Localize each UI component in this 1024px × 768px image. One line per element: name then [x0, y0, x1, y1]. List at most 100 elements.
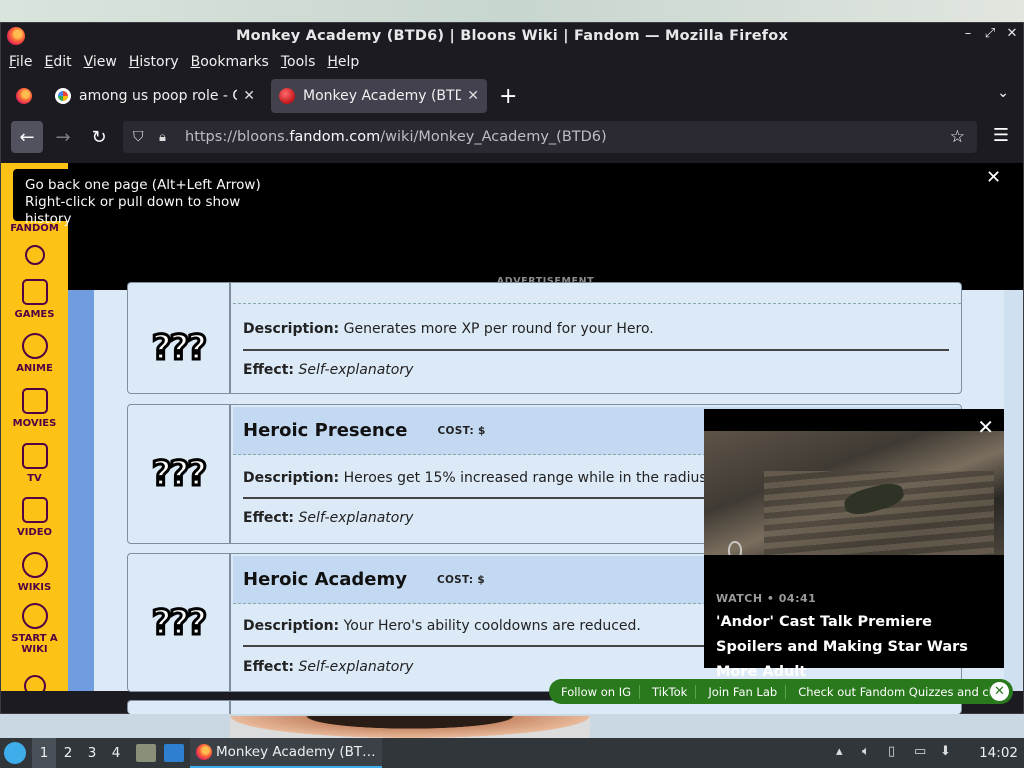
workspace-1[interactable]: 1	[32, 738, 56, 768]
url-bar[interactable]: ⛉ 🔒︎ https://bloons.fandom.com/wiki/Monk…	[123, 121, 977, 153]
navigation-toolbar: ← → ↻ ⛉ 🔒︎ https://bloons.fandom.com/wik…	[1, 117, 1023, 157]
sidebar-item-video[interactable]: VIDEO	[1, 497, 68, 538]
menu-file[interactable]: File	[9, 54, 32, 70]
workspace-2[interactable]: 2	[56, 745, 80, 761]
upgrade-name: Heroic Presence	[243, 420, 408, 441]
sidebar-item-tv[interactable]: TV	[1, 443, 68, 484]
tracking-protection-shield-icon[interactable]: ⛉	[133, 129, 149, 145]
sidebar-item-movies[interactable]: MOVIES	[1, 388, 68, 429]
updates-icon[interactable]: ⬇	[940, 744, 956, 760]
effect-text: Self-explanatory	[298, 510, 414, 526]
menu-bookmarks[interactable]: Bookmarks	[191, 54, 269, 70]
back-button-tooltip: Go back one page (Alt+Left Arrow) Right-…	[13, 169, 303, 227]
upgrade-image: ???	[128, 554, 231, 691]
sidebar-item-start-a-wiki[interactable]: START A WIKI	[1, 603, 68, 655]
tab-google-search[interactable]: among us poop role - Go ✕	[47, 79, 263, 113]
fandom-quizzes-link[interactable]: Check out Fandom Quizzes and cha	[786, 685, 990, 699]
plus-circle-icon	[21, 603, 48, 629]
clipboard-icon[interactable]: ▯	[888, 744, 904, 760]
sidebar-item-label: WIKIS	[17, 582, 52, 593]
description-text: Heroes get 15% increased range while in …	[339, 470, 753, 486]
tooltip-line-1: Go back one page (Alt+Left Arrow)	[25, 177, 261, 193]
tab-bar: among us poop role - Go ✕ Monkey Academy…	[1, 75, 1023, 117]
upgrade-effect: Effect: Self-explanatory	[243, 510, 413, 526]
application-launcher-icon[interactable]	[4, 742, 26, 764]
volume-icon[interactable]: 🔈︎	[862, 744, 878, 760]
clock[interactable]: 14:02	[979, 745, 1018, 761]
tv-icon	[21, 443, 48, 469]
anime-face-icon	[21, 333, 48, 359]
app-menu-hamburger-icon[interactable]: ☰	[993, 125, 1009, 146]
sidebar-item-anime[interactable]: ANIME	[1, 333, 68, 374]
firefox-logo-icon	[7, 27, 25, 45]
sidebar-item-label: ANIME	[16, 363, 53, 374]
video-frame[interactable]	[704, 431, 1004, 555]
menu-tools[interactable]: Tools	[281, 54, 316, 70]
video-scene	[764, 471, 994, 555]
tab-close-icon[interactable]: ✕	[467, 88, 479, 104]
minimize-button[interactable]: –	[959, 26, 977, 41]
lock-icon[interactable]: 🔒︎	[159, 130, 173, 145]
effect-text: Self-explanatory	[298, 659, 414, 675]
desktop-background	[0, 0, 1024, 22]
upgrade-effect: Effect: Self-explanatory	[243, 659, 413, 675]
upgrade-effect: Effect: Self-explanatory	[243, 362, 413, 378]
clapperboard-icon	[21, 388, 48, 414]
maximize-button[interactable]: ⤢	[981, 26, 999, 41]
firefox-view-button[interactable]	[9, 81, 39, 111]
sidebar-item-label: TV	[27, 473, 42, 484]
bookmark-star-icon[interactable]: ☆	[950, 127, 965, 147]
upgrade-image	[128, 701, 231, 714]
forward-button[interactable]: →	[47, 121, 79, 153]
description-text: Generates more XP per round for your Her…	[339, 321, 654, 337]
join-fan-lab-link[interactable]: Join Fan Lab	[696, 684, 787, 699]
sidebar-item-wikis[interactable]: WIKIS	[1, 552, 68, 593]
page-margin	[68, 290, 94, 691]
sidebar-item-label: START A WIKI	[11, 633, 58, 655]
google-favicon-icon	[55, 88, 71, 104]
menu-view[interactable]: View	[84, 54, 117, 70]
effect-text: Self-explanatory	[298, 362, 414, 378]
menu-history[interactable]: History	[129, 54, 179, 70]
unknown-image-placeholder: ???	[150, 601, 208, 644]
close-window-button[interactable]: ✕	[1003, 26, 1021, 41]
tab-label: Monkey Academy (BTD6)	[303, 88, 462, 104]
url-text: https://bloons.fandom.com/wiki/Monkey_Ac…	[185, 129, 607, 145]
tab-close-icon[interactable]: ✕	[243, 88, 255, 104]
file-manager-icon[interactable]	[136, 744, 156, 762]
menu-edit[interactable]: Edit	[44, 54, 71, 70]
window-title: Monkey Academy (BTD6) | Bloons Wiki | Fa…	[235, 28, 789, 44]
follow-on-ig-link[interactable]: Follow on IG	[549, 684, 641, 699]
upgrade-card: ??? Description: Generates more XP per r…	[127, 282, 962, 394]
video-close-icon[interactable]: ✕	[977, 415, 994, 439]
featured-video-player[interactable]: ✕ WATCH • 04:41 'Andor' Cast Talk Premie…	[704, 409, 1004, 680]
list-all-tabs-chevron-icon[interactable]: ⌄	[997, 85, 1009, 101]
tab-monkey-academy[interactable]: Monkey Academy (BTD6) ✕	[271, 79, 487, 113]
show-desktop-icon[interactable]	[164, 744, 184, 762]
video-title[interactable]: 'Andor' Cast Talk Premiere Spoilers and …	[716, 610, 996, 685]
back-button[interactable]: ←	[11, 121, 43, 153]
sidebar-account[interactable]	[1, 675, 68, 691]
sidebar-item-label: VIDEO	[16, 527, 53, 538]
sidebar-search[interactable]	[1, 245, 68, 269]
workspace-4[interactable]: 4	[104, 745, 128, 761]
video-duration: WATCH • 04:41	[716, 592, 817, 605]
tiktok-link[interactable]: TikTok	[640, 684, 697, 699]
workspace-3[interactable]: 3	[80, 745, 104, 761]
book-icon	[21, 552, 48, 578]
tray-up-arrow-icon[interactable]: ▴	[836, 744, 852, 760]
url-path: /wiki/Monkey_Academy_(BTD6)	[380, 129, 607, 145]
desktop-wallpaper-peek	[230, 716, 590, 738]
description-text: Your Hero's ability cooldowns are reduce…	[339, 618, 641, 634]
upgrade-cost: COST: $	[437, 424, 486, 437]
new-tab-button[interactable]: +	[499, 84, 517, 109]
taskbar-firefox-task[interactable]: Monkey Academy (BT…	[190, 738, 382, 768]
taskbar: 1 2 3 4 Monkey Academy (BT… ▴ 🔈︎ ▯ ▭ ⬇ 1…	[0, 738, 1024, 768]
promo-close-icon[interactable]: ✕	[990, 682, 1009, 701]
network-icon[interactable]: ▭	[914, 744, 930, 760]
menu-help[interactable]: Help	[327, 54, 359, 70]
sidebar-item-games[interactable]: GAMES	[1, 279, 68, 320]
reload-button[interactable]: ↻	[83, 121, 115, 153]
ad-close-icon[interactable]: ✕	[986, 167, 1001, 188]
bloons-favicon-icon	[279, 88, 295, 104]
